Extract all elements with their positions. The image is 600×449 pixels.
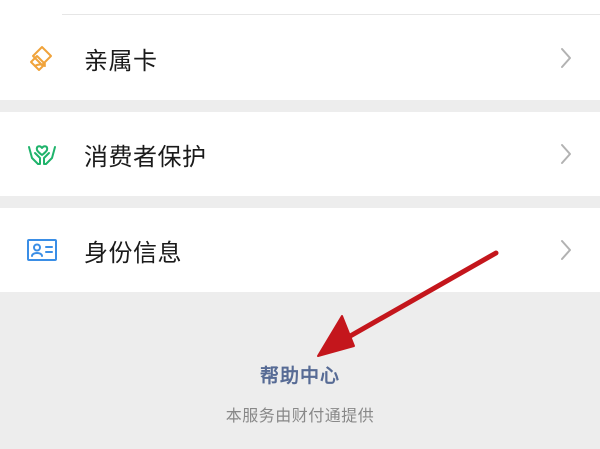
menu-group-identity: 身份信息 <box>0 208 600 292</box>
divider <box>62 14 600 15</box>
identity-card-icon <box>24 232 60 268</box>
menu-item-label: 身份信息 <box>84 238 182 267</box>
menu-item-identity[interactable]: 身份信息 <box>0 220 600 280</box>
service-provider-note: 本服务由财付通提供 <box>225 406 375 425</box>
menu-item-consumer-protection[interactable]: 消费者保护 <box>0 124 600 184</box>
menu-group-consumer-protection: 消费者保护 <box>0 112 600 196</box>
family-card-icon <box>24 40 60 76</box>
chevron-right-icon <box>556 237 576 263</box>
menu-group-family-card: 亲属卡 <box>0 0 600 100</box>
menu-item-family-card[interactable]: 亲属卡 <box>0 28 600 88</box>
consumer-protection-icon <box>24 136 60 172</box>
menu-item-label: 消费者保护 <box>84 142 207 171</box>
menu-item-label: 亲属卡 <box>84 46 158 75</box>
chevron-right-icon <box>556 45 576 71</box>
help-center-link[interactable]: 帮助中心 <box>0 361 600 388</box>
chevron-right-icon <box>556 141 576 167</box>
